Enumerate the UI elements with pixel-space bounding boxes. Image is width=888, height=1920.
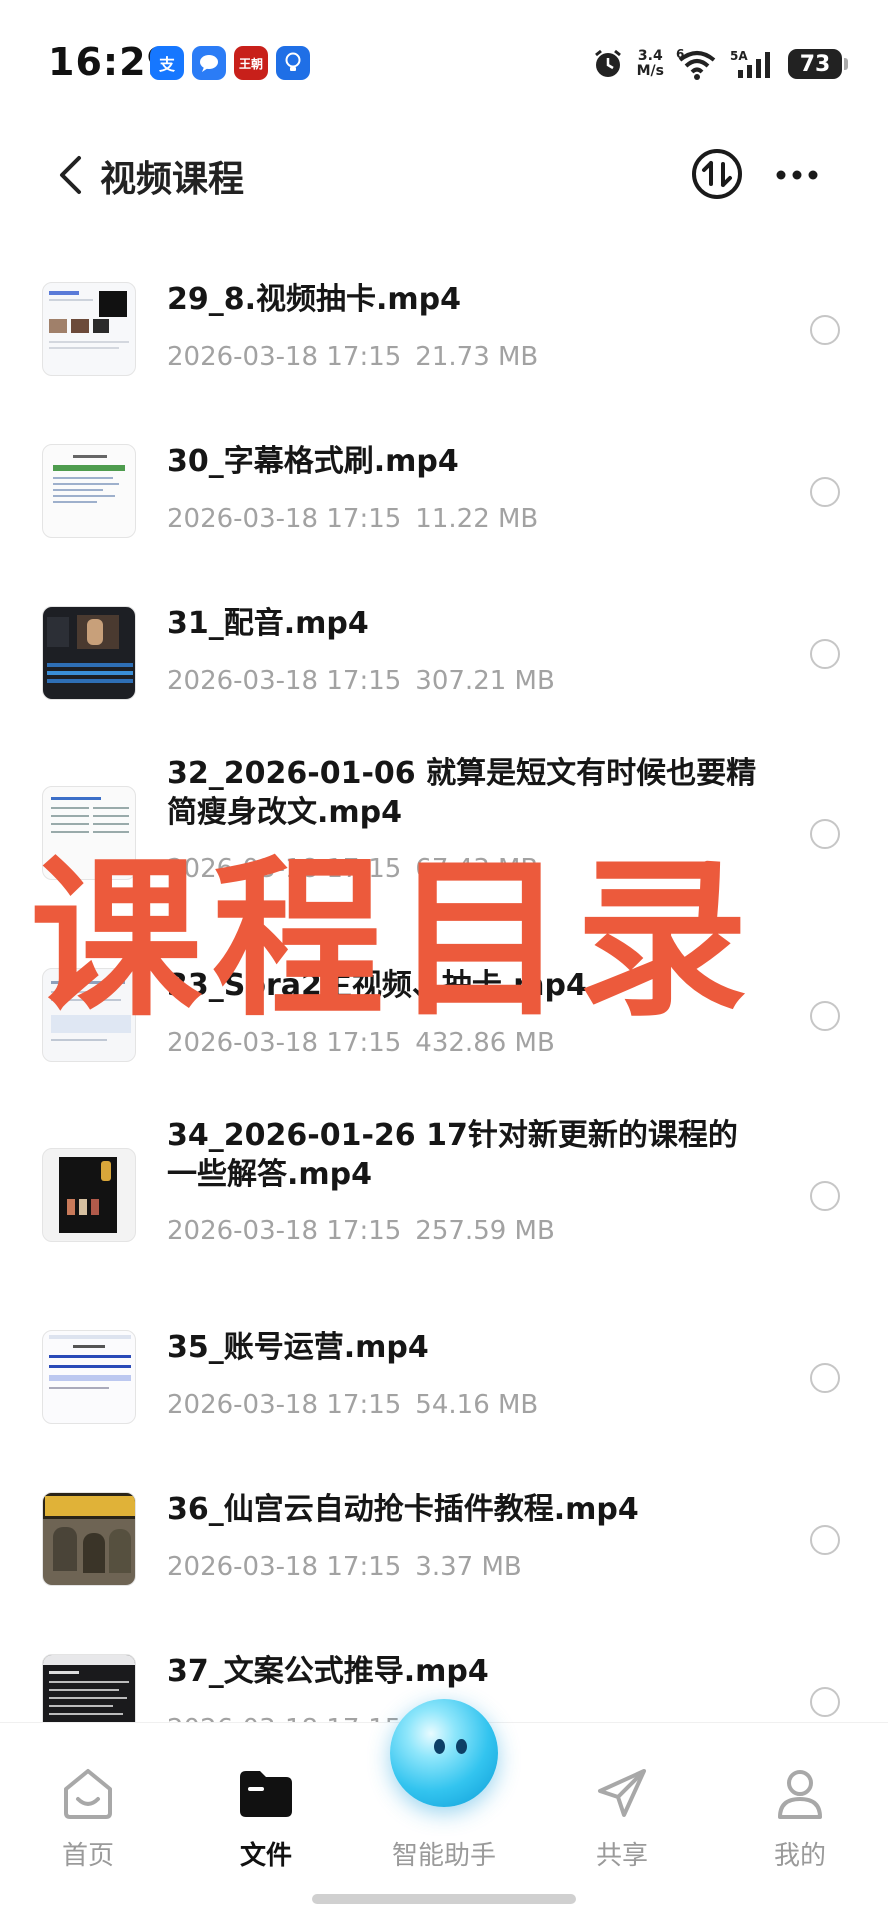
list-item[interactable]: 30_字幕格式刷.mp4 2026-03-18 17:15 11.22 MB — [0, 424, 888, 564]
cellular-signal-icon: 5A — [730, 49, 770, 78]
file-meta: 2026-03-18 17:15 54.16 MB — [167, 1390, 539, 1420]
nav-label-home: 首页 — [61, 1841, 114, 1871]
file-thumbnail — [42, 1492, 136, 1586]
file-thumbnail — [42, 282, 136, 376]
nav-label-files: 文件 — [239, 1841, 292, 1871]
file-meta: 2026-03-18 17:15 3.37 MB — [167, 1552, 522, 1582]
alipay-icon: 支 — [150, 46, 184, 80]
file-meta: 2026-03-18 17:15 21.73 MB — [167, 342, 539, 372]
list-item[interactable]: 36_仙宫云自动抢卡插件教程.mp4 2026-03-18 17:15 3.37 … — [0, 1472, 888, 1612]
back-button[interactable] — [52, 152, 92, 198]
select-radio[interactable] — [810, 819, 840, 849]
bottom-nav: 首页 文件 智能助手 共享 我的 — [0, 1699, 888, 1920]
select-radio[interactable] — [810, 1525, 840, 1555]
list-item[interactable]: 29_8.视频抽卡.mp4 2026-03-18 17:15 21.73 MB — [0, 262, 888, 402]
page-title: 视频课程 — [100, 159, 245, 200]
nav-home[interactable]: 首页 — [28, 1743, 148, 1873]
select-radio[interactable] — [810, 1363, 840, 1393]
file-thumbnail — [42, 1148, 136, 1242]
battery-indicator: 73 — [788, 49, 848, 79]
file-thumbnail — [42, 1330, 136, 1424]
select-radio[interactable] — [810, 639, 840, 669]
select-radio[interactable] — [810, 1001, 840, 1031]
file-name: 30_字幕格式刷.mp4 — [167, 444, 459, 479]
alarm-icon — [594, 49, 621, 77]
svg-text:5A: 5A — [730, 49, 748, 63]
select-radio[interactable] — [810, 1181, 840, 1211]
file-thumbnail — [42, 606, 136, 700]
nav-share[interactable]: 共享 — [562, 1743, 682, 1873]
file-name: 31_配音.mp4 — [167, 606, 369, 641]
watermark-overlay: 课程目录 — [30, 839, 758, 1040]
file-meta: 2026-03-18 17:15 11.22 MB — [167, 504, 539, 534]
home-icon — [64, 1769, 112, 1819]
status-indicators: 3.4 M/s 6 5A 73 — [591, 44, 848, 84]
network-speed: 3.4 M/s — [636, 48, 664, 79]
file-meta: 2026-03-18 17:15 257.59 MB — [167, 1216, 555, 1246]
transfer-sort-button[interactable] — [690, 147, 744, 201]
more-dots-icon — [776, 170, 818, 180]
file-name: 37_文案公式推导.mp4 — [167, 1654, 489, 1689]
lightbulb-icon — [276, 46, 310, 80]
nav-files[interactable]: 文件 — [206, 1743, 326, 1873]
assistant-orb-icon[interactable] — [390, 1699, 498, 1807]
file-meta: 2026-03-18 17:15 — [167, 1714, 429, 1722]
wangchao-app-icon: 王朝 — [234, 46, 268, 80]
nav-label-profile: 我的 — [773, 1841, 826, 1871]
list-item[interactable]: 35_账号运营.mp4 2026-03-18 17:15 54.16 MB — [0, 1310, 888, 1450]
file-meta: 2026-03-18 17:15 307.21 MB — [167, 666, 555, 696]
file-name: 36_仙宫云自动抢卡插件教程.mp4 — [167, 1492, 639, 1527]
nav-label-assistant: 智能助手 — [391, 1841, 496, 1871]
file-thumbnail — [42, 444, 136, 538]
share-plane-icon — [598, 1769, 646, 1817]
file-thumbnail — [42, 1654, 136, 1722]
file-name: 29_8.视频抽卡.mp4 — [167, 282, 462, 317]
status-bar: 16:29 支 王朝 3.4 M/s 6 5A 73 — [0, 0, 888, 130]
more-options-button[interactable] — [772, 160, 822, 190]
chevron-left-icon — [60, 156, 81, 194]
file-name: 34_2026-01-26 17针对新更新的课程的一些解答.mp4 — [167, 1118, 738, 1192]
message-bubble-icon — [192, 46, 226, 80]
file-name: 32_2026-01-06 就算是短文有时候也要精简瘦身改文.mp4 — [167, 756, 757, 830]
home-indicator[interactable] — [312, 1894, 576, 1904]
list-item[interactable]: 34_2026-01-26 17针对新更新的课程的一些解答.mp4 2026-0… — [0, 1110, 888, 1290]
select-radio[interactable] — [810, 1687, 840, 1717]
select-radio[interactable] — [810, 477, 840, 507]
svg-text:6: 6 — [676, 48, 684, 61]
nav-label-share: 共享 — [595, 1841, 648, 1871]
folder-icon — [240, 1771, 292, 1817]
list-item[interactable]: 31_配音.mp4 2026-03-18 17:15 307.21 MB — [0, 586, 888, 726]
select-radio[interactable] — [810, 315, 840, 345]
profile-icon — [778, 1770, 822, 1819]
file-name: 35_账号运营.mp4 — [167, 1330, 429, 1365]
transfer-sort-icon — [692, 149, 742, 199]
nav-profile[interactable]: 我的 — [740, 1743, 860, 1873]
wifi-icon: 6 — [676, 48, 716, 80]
page-header: 视频课程 — [0, 130, 888, 220]
